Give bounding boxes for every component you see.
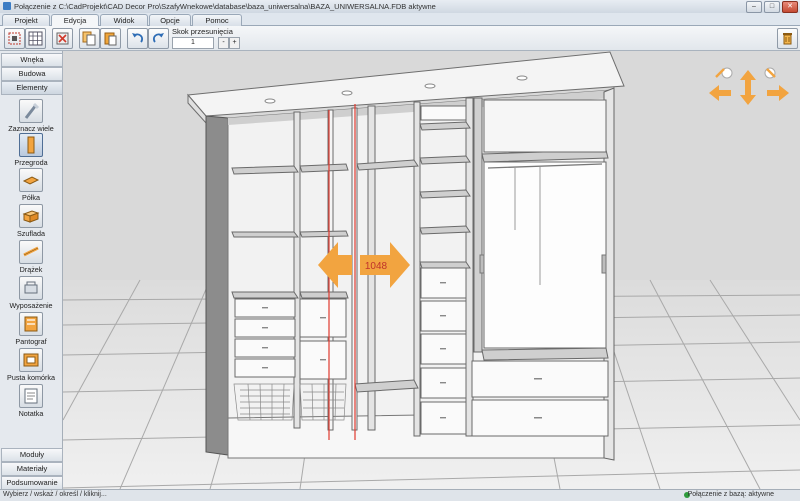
step-input[interactable]: 1 — [172, 37, 214, 49]
drawer-icon — [19, 204, 43, 228]
sidebar-item-szuflada[interactable]: Szuflada — [3, 204, 59, 238]
sidebar-item-zaznacz-wiele[interactable]: Zaznacz wiele — [3, 99, 59, 133]
tab-widok[interactable]: Widok — [100, 14, 148, 26]
redo-icon — [153, 33, 164, 43]
step-label: Skok przesunięcia — [172, 27, 233, 36]
wardrobe-right-compartment[interactable] — [471, 99, 609, 437]
copy-icon — [82, 31, 96, 46]
window-controls: – □ ✕ — [746, 1, 798, 13]
paste-button[interactable] — [100, 28, 121, 49]
trash-icon — [783, 33, 792, 45]
menu-tabs: Projekt Edycja Widok Opcje Pomoc — [0, 13, 800, 27]
step-increment-button[interactable]: + — [229, 37, 240, 49]
undo-button[interactable] — [127, 28, 148, 49]
sidebar-item-pantograf[interactable]: Pantograf — [3, 312, 59, 346]
sidebar-item-notatka[interactable]: Notatka — [3, 384, 59, 418]
sidebar-tab-wneka[interactable]: Wnęka — [1, 53, 63, 67]
toolbar: Skok przesunięcia 1 - + — [0, 26, 800, 51]
maximize-button[interactable]: □ — [764, 1, 780, 13]
window-title: Połączenie z C:\CadProjekt\CAD Decor Pro… — [14, 2, 436, 11]
multi-select-icon — [19, 99, 43, 123]
sidebar-item-drazek[interactable]: Drążek — [3, 240, 59, 274]
sidebar-item-wyposazenie[interactable]: Wyposażenie — [3, 276, 59, 310]
trash-button[interactable] — [777, 28, 798, 49]
sidebar-tab-elementy[interactable]: Elementy — [1, 81, 63, 95]
close-button[interactable]: ✕ — [782, 1, 798, 13]
grid-button[interactable] — [25, 28, 46, 49]
zoom-out-icon[interactable] — [764, 67, 776, 79]
undo-icon — [132, 33, 143, 43]
step-decrement-button[interactable]: - — [218, 37, 229, 49]
sidebar-item-polka[interactable]: Półka — [3, 168, 59, 202]
sidebar-item-pusta-komorka[interactable]: Pusta komórka — [3, 348, 59, 382]
status-bar: Wybierz / wskaż / określ / kliknij... Po… — [0, 489, 800, 501]
accessory-icon — [19, 276, 43, 300]
rail-icon — [19, 240, 43, 264]
delete-icon — [56, 32, 69, 45]
left-side-panel[interactable] — [205, 115, 229, 456]
sidebar-item-przegroda[interactable]: Przegroda — [3, 133, 59, 167]
divider-icon — [19, 133, 43, 157]
dimension-label: 1048 — [365, 261, 388, 272]
shelf-icon — [19, 168, 43, 192]
title-bar: Połączenie z C:\CadProjekt\CAD Decor Pro… — [0, 0, 800, 14]
3d-viewport[interactable]: 1048 — [63, 51, 800, 489]
sidebar-tab-moduly[interactable]: Moduły — [1, 448, 63, 462]
copy-button[interactable] — [79, 28, 100, 49]
grid-icon — [28, 31, 43, 46]
delete-element-button[interactable] — [52, 28, 73, 49]
tab-opcje[interactable]: Opcje — [149, 14, 191, 26]
note-icon — [19, 384, 43, 408]
select-mode-button[interactable] — [4, 28, 25, 49]
sidebar-tab-podsumowanie[interactable]: Podsumowanie — [1, 476, 63, 490]
tab-pomoc[interactable]: Pomoc — [192, 14, 242, 26]
select-frame-icon — [8, 32, 21, 45]
status-hint: Wybierz / wskaż / określ / kliknij... — [3, 491, 107, 498]
sidebar: Wnęka Budowa Elementy Zaznacz wiele Prze… — [0, 51, 63, 490]
sidebar-tab-materialy[interactable]: Materiały — [1, 462, 63, 476]
app-icon — [3, 2, 11, 10]
minimize-button[interactable]: – — [746, 1, 762, 13]
empty-cell-icon — [19, 348, 43, 372]
tab-projekt[interactable]: Projekt — [2, 14, 50, 26]
sidebar-tab-budowa[interactable]: Budowa — [1, 67, 63, 81]
connection-status: Połączenie z bazą: aktywne — [687, 491, 774, 498]
wardrobe-3d-view[interactable]: 1048 — [63, 51, 800, 489]
pantograph-icon — [19, 312, 43, 336]
redo-button[interactable] — [148, 28, 169, 49]
paste-icon — [104, 32, 117, 46]
